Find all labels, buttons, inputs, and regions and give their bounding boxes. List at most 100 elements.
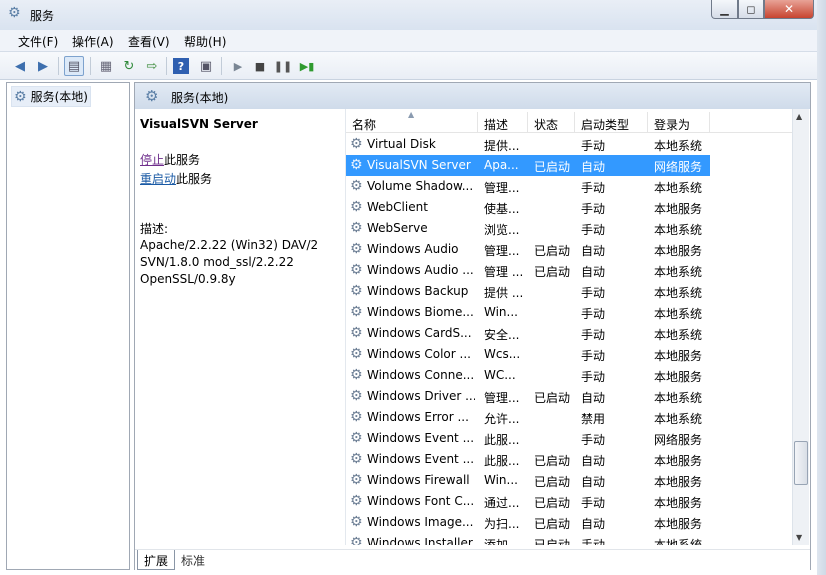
service-gear-icon: ⚙ bbox=[350, 388, 363, 404]
column-header-status[interactable]: 状态 bbox=[528, 112, 575, 133]
service-startup-type: 手动 bbox=[581, 538, 606, 545]
menu-file[interactable]: 文件(F) bbox=[18, 33, 58, 50]
tab-standard[interactable]: 标准 bbox=[175, 550, 211, 570]
list-body: ⚙ Virtual Disk 提供... 手动 本地系统 ⚙ VisualSVN Serve… bbox=[346, 136, 806, 545]
tab-extended[interactable]: 扩展 bbox=[137, 550, 176, 570]
export-list-icon[interactable]: ⇨ bbox=[142, 56, 162, 76]
restart-icon[interactable]: ▶▮ bbox=[297, 56, 317, 76]
column-header-description[interactable]: 描述 bbox=[478, 112, 528, 133]
table-row[interactable]: ⚙ Windows Font C... 通过... 已启动 手动 本地服务 bbox=[346, 491, 806, 512]
table-row[interactable]: ⚙ WebClient 使基... 手动 本地服务 bbox=[346, 197, 806, 218]
service-description: 允许... bbox=[484, 412, 520, 426]
properties-icon[interactable]: ▦ bbox=[96, 56, 116, 76]
panel-header-title: 服务(本地) bbox=[171, 91, 229, 105]
service-gear-icon: ⚙ bbox=[350, 136, 363, 152]
service-name: Windows Firewall bbox=[367, 473, 470, 487]
table-row[interactable]: ⚙ Windows Firewall Win... 已启动 自动 本地服务 bbox=[346, 470, 806, 491]
table-row[interactable]: ⚙ VisualSVN Server Apa... 已启动 自动 网络服务 bbox=[346, 155, 710, 176]
service-logon-as: 本地系统 bbox=[654, 412, 703, 426]
table-row[interactable]: ⚙ Windows Driver ... 管理... 已启动 自动 本地系统 bbox=[346, 386, 806, 407]
service-startup-type: 手动 bbox=[581, 202, 606, 216]
service-logon-as: 本地系统 bbox=[654, 328, 703, 342]
view-icon[interactable]: ▣ bbox=[196, 56, 216, 76]
maximize-button[interactable]: ◻ bbox=[738, 0, 764, 19]
column-header-logon-as[interactable]: 登录为 bbox=[648, 112, 710, 133]
restart-link-suffix: 此服务 bbox=[176, 172, 213, 186]
service-startup-type: 手动 bbox=[581, 181, 606, 195]
service-description: 此服... bbox=[484, 454, 520, 468]
service-gear-icon: ⚙ bbox=[350, 220, 363, 236]
table-row[interactable]: ⚙ Windows Error ... 允许... 禁用 本地系统 bbox=[346, 407, 806, 428]
service-name: Volume Shadow... bbox=[367, 179, 474, 193]
service-name: WebServe bbox=[367, 221, 428, 235]
table-row[interactable]: ⚙ Windows CardS... 安全... 手动 本地系统 bbox=[346, 323, 806, 344]
service-startup-type: 禁用 bbox=[581, 412, 606, 426]
menu-action[interactable]: 操作(A) bbox=[72, 33, 114, 50]
scroll-down-icon[interactable]: ▼ bbox=[796, 533, 802, 542]
menu-help[interactable]: 帮助(H) bbox=[184, 33, 226, 50]
restart-service-link[interactable]: 重启动 bbox=[140, 172, 176, 186]
pause-icon[interactable]: ❚❚ bbox=[273, 56, 293, 76]
tree-item-services-local[interactable]: ⚙ 服务(本地) bbox=[11, 86, 91, 107]
service-status: 已启动 bbox=[534, 538, 571, 545]
stop-service-link[interactable]: 停止 bbox=[140, 153, 164, 167]
table-row[interactable]: ⚙ Windows Backup 提供 ... 手动 本地系统 bbox=[346, 281, 806, 302]
service-startup-type: 手动 bbox=[581, 496, 606, 510]
service-name: Windows Event ... bbox=[367, 452, 475, 466]
service-logon-as: 本地服务 bbox=[654, 202, 703, 216]
stop-icon[interactable]: ■ bbox=[250, 56, 270, 76]
table-row[interactable]: ⚙ WebServe 浏览... 手动 本地系统 bbox=[346, 218, 806, 239]
service-startup-type: 自动 bbox=[581, 454, 606, 468]
toolbar: ◀ ▶ ▤ ▦ ↻ ⇨ ? ▣ ▶ ■ ❚❚ ▶▮ bbox=[0, 52, 817, 80]
table-row[interactable]: ⚙ Windows Audio 管理... 已启动 自动 本地服务 bbox=[346, 239, 806, 260]
play-icon[interactable]: ▶ bbox=[228, 56, 248, 76]
table-row[interactable]: ⚙ Windows Biome... Win... 手动 本地系统 bbox=[346, 302, 806, 323]
minimize-button[interactable]: ▁ bbox=[711, 0, 738, 19]
toolbar-separator bbox=[221, 57, 222, 75]
view-tabs: 扩展 标准 bbox=[135, 549, 810, 570]
help-icon[interactable]: ? bbox=[173, 58, 189, 74]
table-row[interactable]: ⚙ Windows Event ... 此服... 手动 网络服务 bbox=[346, 428, 806, 449]
table-row[interactable]: ⚙ Virtual Disk 提供... 手动 本地系统 bbox=[346, 134, 806, 155]
service-name: VisualSVN Server bbox=[367, 158, 471, 172]
service-name: Virtual Disk bbox=[367, 137, 436, 151]
service-name: WebClient bbox=[367, 200, 428, 214]
service-gear-icon: ⚙ bbox=[350, 451, 363, 467]
refresh-icon[interactable]: ↻ bbox=[119, 56, 139, 76]
table-row[interactable]: ⚙ Windows Installer 添加... 已启动 手动 本地系统 bbox=[346, 533, 806, 545]
table-row[interactable]: ⚙ Windows Color ... Wcs... 手动 本地服务 bbox=[346, 344, 806, 365]
service-gear-icon: ⚙ bbox=[350, 283, 363, 299]
service-startup-type: 手动 bbox=[581, 307, 606, 321]
services-gear-icon: ⚙ bbox=[8, 5, 21, 21]
table-row[interactable]: ⚙ Windows Conne... WC... 手动 本地服务 bbox=[346, 365, 806, 386]
scroll-up-icon[interactable]: ▲ bbox=[796, 112, 802, 121]
scrollbar-thumb[interactable] bbox=[794, 441, 808, 485]
service-logon-as: 网络服务 bbox=[654, 160, 703, 174]
service-gear-icon: ⚙ bbox=[350, 325, 363, 341]
services-list: ▲ 名称 描述 状态 启动类型 登录为 ⚙ Virtual Disk 提供... 手动本… bbox=[345, 109, 810, 545]
service-name: Windows Image... bbox=[367, 515, 474, 529]
service-gear-icon: ⚙ bbox=[350, 430, 363, 446]
service-logon-as: 本地系统 bbox=[654, 391, 703, 405]
window-controls: ▁ ◻ ✕ bbox=[711, 0, 816, 20]
service-name: Windows Event ... bbox=[367, 431, 475, 445]
console-tree-icon[interactable]: ▤ bbox=[64, 56, 84, 76]
table-row[interactable]: ⚙ Windows Event ... 此服... 已启动 自动 本地服务 bbox=[346, 449, 806, 470]
table-row[interactable]: ⚙ Volume Shadow... 管理... 手动 本地系统 bbox=[346, 176, 806, 197]
service-startup-type: 手动 bbox=[581, 370, 606, 384]
service-description: Win... bbox=[484, 305, 518, 319]
table-row[interactable]: ⚙ Windows Audio ... 管理 ... 已启动 自动 本地系统 bbox=[346, 260, 806, 281]
table-row[interactable]: ⚙ Windows Image... 为扫... 已启动 自动 本地服务 bbox=[346, 512, 806, 533]
close-button[interactable]: ✕ bbox=[764, 0, 814, 19]
menu-view[interactable]: 查看(V) bbox=[128, 33, 170, 50]
forward-arrow-icon[interactable]: ▶ bbox=[33, 56, 53, 76]
back-arrow-icon[interactable]: ◀ bbox=[10, 56, 30, 76]
column-header-startup-type[interactable]: 启动类型 bbox=[575, 112, 648, 133]
service-name: Windows Error ... bbox=[367, 410, 469, 424]
column-header-name[interactable]: ▲ 名称 bbox=[346, 110, 478, 133]
service-logon-as: 本地系统 bbox=[654, 307, 703, 321]
service-gear-icon: ⚙ bbox=[350, 157, 363, 173]
service-status: 已启动 bbox=[534, 265, 571, 279]
vertical-scrollbar[interactable]: ▲ ▼ bbox=[792, 109, 809, 545]
services-gear-icon: ⚙ bbox=[14, 88, 27, 105]
